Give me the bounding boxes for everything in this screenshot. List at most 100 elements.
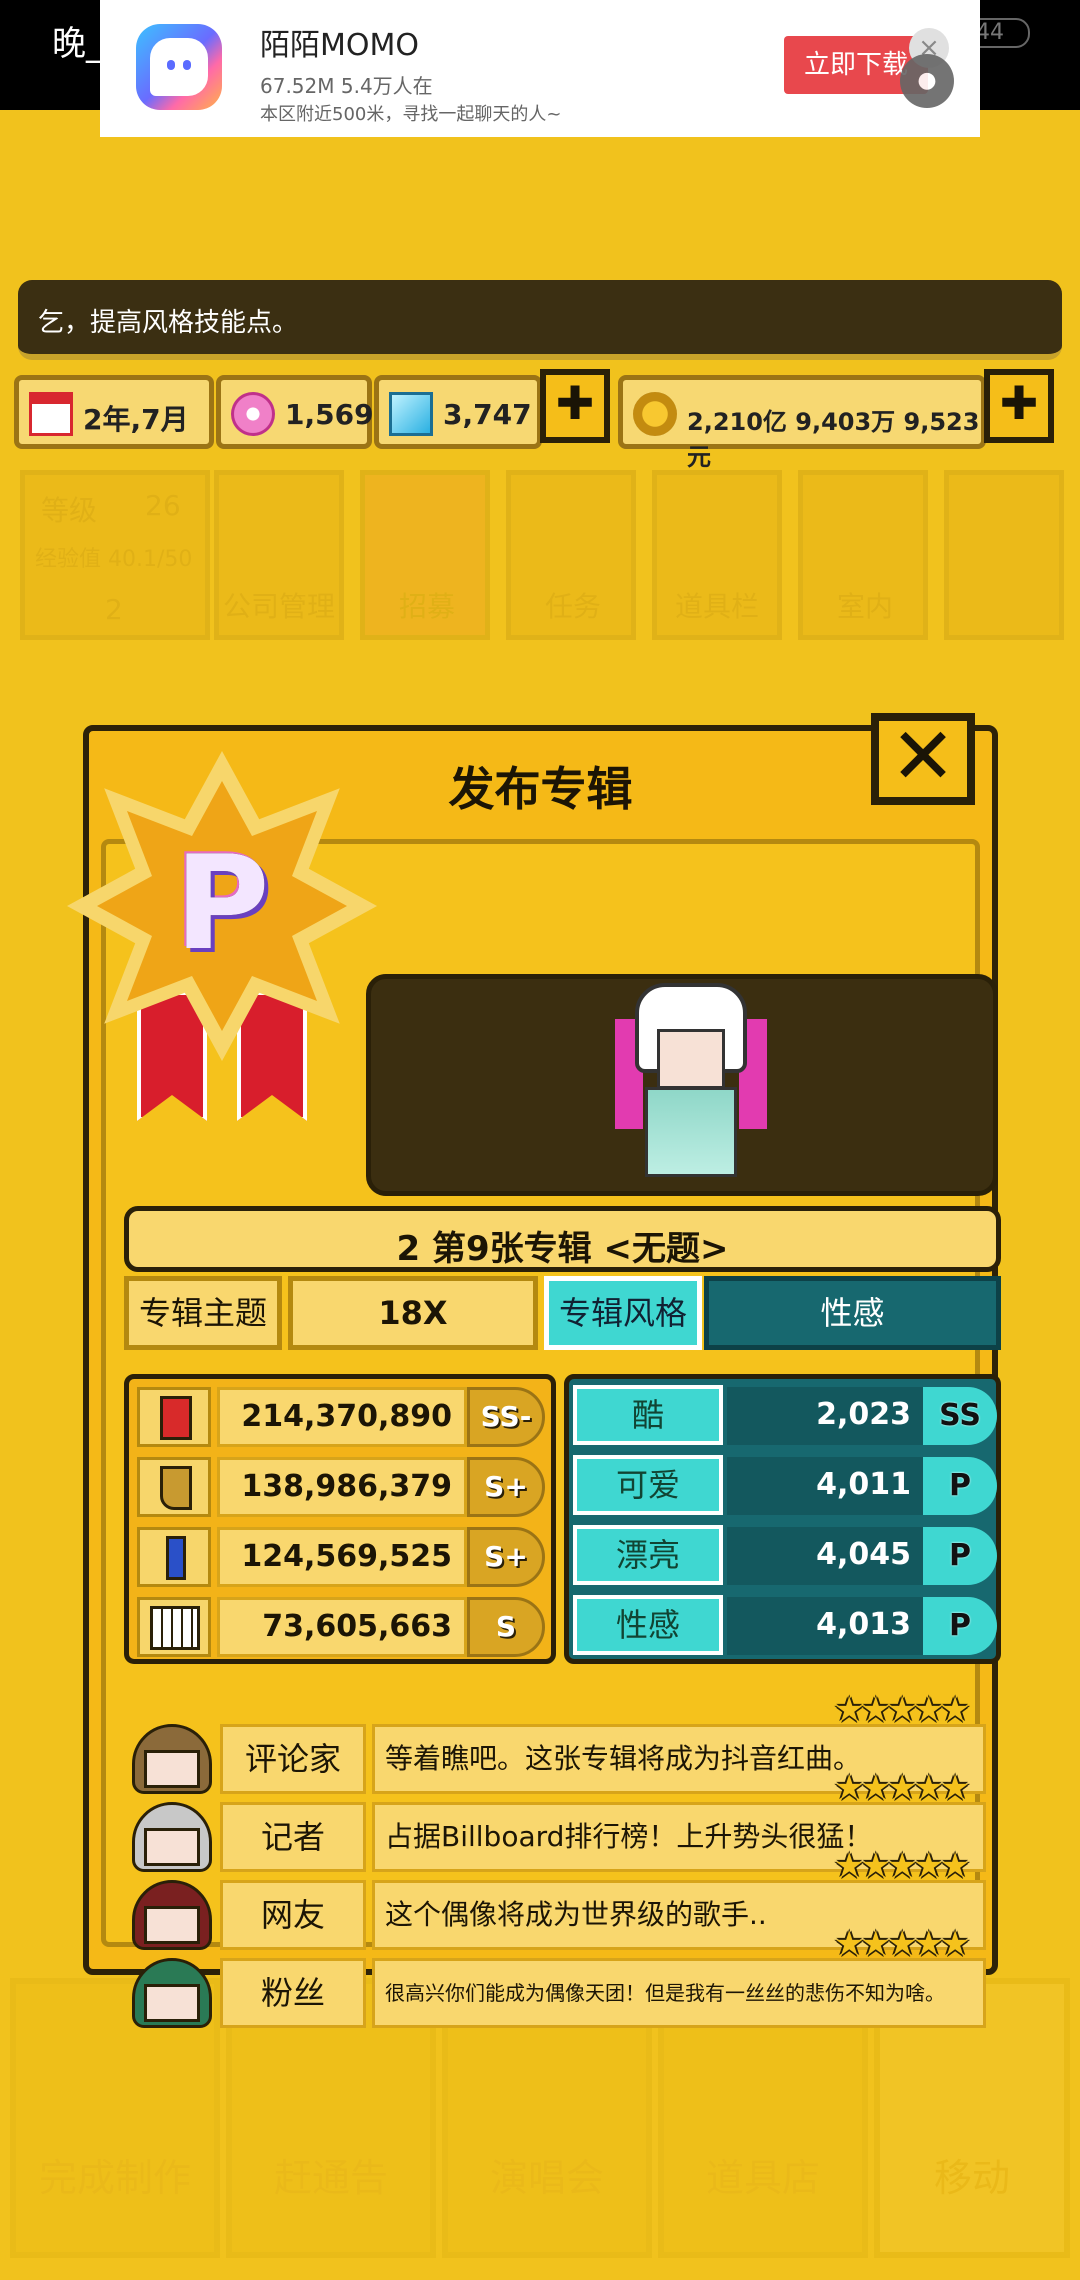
tab-label: 任务 xyxy=(545,590,602,623)
style-value: 2,023 xyxy=(727,1387,925,1445)
theme-value: 18X xyxy=(288,1276,538,1350)
nav-label: 演唱会 xyxy=(489,2156,604,2200)
review-role: 评论家 xyxy=(220,1724,366,1794)
stat-value: 124,569,525 xyxy=(217,1527,467,1587)
stat-value: 138,986,379 xyxy=(217,1457,467,1517)
coin-icon xyxy=(633,392,677,436)
reviews-panel: 评论家 等着瞧吧。这张专辑将成为抖音红曲。 ★★★★★ 记者 占据Billboa… xyxy=(124,1690,1001,2030)
stat-grade: SS- xyxy=(467,1387,545,1447)
mic-icon xyxy=(137,1387,211,1447)
stat-row-dance: 138,986,379 S+ xyxy=(133,1453,551,1517)
nav-label: 赶通告 xyxy=(273,2156,388,2200)
stat-grade: S+ xyxy=(467,1527,545,1587)
style-label: 漂亮 xyxy=(573,1525,723,1585)
review-role: 粉丝 xyxy=(220,1958,366,2028)
album-title: 2 第9张专辑 <无题> xyxy=(396,1229,729,1269)
calendar-icon xyxy=(29,392,73,436)
add-diamond-button[interactable]: ✚ xyxy=(540,369,610,443)
review-role: 网友 xyxy=(220,1880,366,1950)
style-grade: P xyxy=(923,1527,997,1585)
date-display: 2年,7月 xyxy=(14,375,214,449)
ad-description: 本区附近500米，寻找一起聊天的人~ xyxy=(260,104,562,125)
style-label: 可爱 xyxy=(573,1455,723,1515)
tab-label: 道具栏 xyxy=(675,590,760,623)
nav-label: 完成制作 xyxy=(38,2156,191,2200)
boot-icon xyxy=(137,1457,211,1517)
style-row-cute: 可爱 4,011 P xyxy=(573,1453,997,1517)
pen-icon xyxy=(137,1527,211,1587)
album-title-bar: 2 第9张专辑 <无题> xyxy=(124,1206,1001,1272)
theme-label: 专辑主题 xyxy=(124,1276,282,1350)
tip-text: 乞，提高风格技能点。 xyxy=(38,308,299,338)
style-label: 专辑风格 xyxy=(544,1276,702,1350)
level-panel: 等级 26 经验值 40.1/50 2 xyxy=(20,470,210,640)
stat-grade: S+ xyxy=(467,1457,545,1517)
ad-banner[interactable]: 陌陌MOMO 67.52M 5.4万人在 本区附近500米，寻找一起聊天的人~ … xyxy=(100,0,980,137)
style-grade: P xyxy=(923,1597,997,1655)
grade-medal: P xyxy=(67,751,377,1131)
style-label: 性感 xyxy=(573,1595,723,1655)
diamond-value: 3,747 xyxy=(443,398,532,431)
style-label: 酷 xyxy=(573,1385,723,1445)
stat-row-vocal: 214,370,890 SS- xyxy=(133,1383,551,1447)
stat-row-lyrics: 124,569,525 S+ xyxy=(133,1523,551,1587)
level-number: 2 xyxy=(105,593,123,626)
nav-label: 移动 xyxy=(933,2156,1010,2200)
stat-row-composition: 73,605,663 S xyxy=(133,1593,551,1657)
level-label: 等级 xyxy=(41,494,98,527)
diamond-display: 3,747 xyxy=(374,375,542,449)
style-row-cool: 酷 2,023 SS xyxy=(573,1383,997,1447)
style-value: 4,013 xyxy=(727,1597,925,1655)
netizen-avatar xyxy=(124,1876,220,1952)
medal-grade-letter: P xyxy=(174,827,270,979)
tab-recruit: 招募 xyxy=(360,470,490,640)
style-row-sexy: 性感 4,013 P xyxy=(573,1593,997,1657)
diamond-icon xyxy=(389,392,433,436)
review-fan: 粉丝 很高兴你们能成为偶像天团！但是我有一丝丝的悲伤不知为啥。 ★★★★★ xyxy=(124,1924,1001,2030)
style-value: 4,011 xyxy=(727,1457,925,1515)
tab-label: 公司管理 xyxy=(223,590,336,623)
pink-gem-icon xyxy=(231,392,275,436)
turtle-icon[interactable]: ● xyxy=(900,54,954,108)
stat-value: 73,605,663 xyxy=(217,1597,467,1657)
date-value: 2年,7月 xyxy=(83,403,189,436)
gem-value: 1,569 xyxy=(285,398,374,431)
reporter-avatar xyxy=(124,1798,220,1874)
background-menu: 等级 26 经验值 40.1/50 2 公司管理 招募 任务 道具栏 室内 xyxy=(0,460,1080,660)
style-grade: P xyxy=(923,1457,997,1515)
stat-value: 214,370,890 xyxy=(217,1387,467,1447)
style-row-pretty: 漂亮 4,045 P xyxy=(573,1523,997,1587)
fan-avatar xyxy=(124,1954,220,2030)
add-money-button[interactable]: ✚ xyxy=(984,369,1054,443)
stat-grade: S xyxy=(467,1597,545,1657)
release-album-dialog: 发布专辑 ✕ 2 第9张专辑 <无题> 专辑主题 18X 专辑风格 性感 214… xyxy=(67,713,1001,2028)
skill-stats-panel: 214,370,890 SS- 138,986,379 S+ 124,569,5… xyxy=(124,1374,556,1664)
critic-avatar xyxy=(124,1720,220,1796)
nav-label: 道具店 xyxy=(705,2156,820,2200)
gem-display: 1,569 xyxy=(216,375,374,449)
ad-title: 陌陌MOMO xyxy=(260,28,419,63)
style-stats-panel: 酷 2,023 SS 可爱 4,011 P 漂亮 4,045 P 性感 4,01… xyxy=(564,1374,1001,1664)
money-display: 2,210亿 9,403万 9,523元 xyxy=(618,375,986,471)
exp-label: 经验值 40.1/50 xyxy=(35,547,193,572)
close-button[interactable]: ✕ xyxy=(871,713,975,805)
idol-portrait-frame xyxy=(366,974,998,1196)
style-value: 4,045 xyxy=(727,1527,925,1585)
idol-sprite xyxy=(615,979,767,1179)
tab-label: 室内 xyxy=(837,590,894,623)
star-rating-icon: ★★★★★ xyxy=(834,1768,970,1808)
tab-extra xyxy=(944,470,1064,640)
style-value: 性感 xyxy=(704,1276,1001,1350)
ad-subtitle: 67.52M 5.4万人在 xyxy=(260,74,433,98)
piano-icon xyxy=(137,1597,211,1657)
star-rating-icon: ★★★★★ xyxy=(834,1690,970,1730)
tip-bar: 乞，提高风格技能点。 xyxy=(18,280,1062,360)
tab-label: 招募 xyxy=(399,590,456,623)
tab-items: 道具栏 xyxy=(652,470,782,640)
momo-logo-icon xyxy=(136,24,222,110)
star-rating-icon: ★★★★★ xyxy=(834,1924,970,1964)
close-icon: ✕ xyxy=(890,712,956,802)
level-value: 26 xyxy=(145,489,181,522)
album-meta-row: 专辑主题 18X 专辑风格 性感 xyxy=(124,1276,1001,1350)
style-grade: SS xyxy=(923,1387,997,1445)
